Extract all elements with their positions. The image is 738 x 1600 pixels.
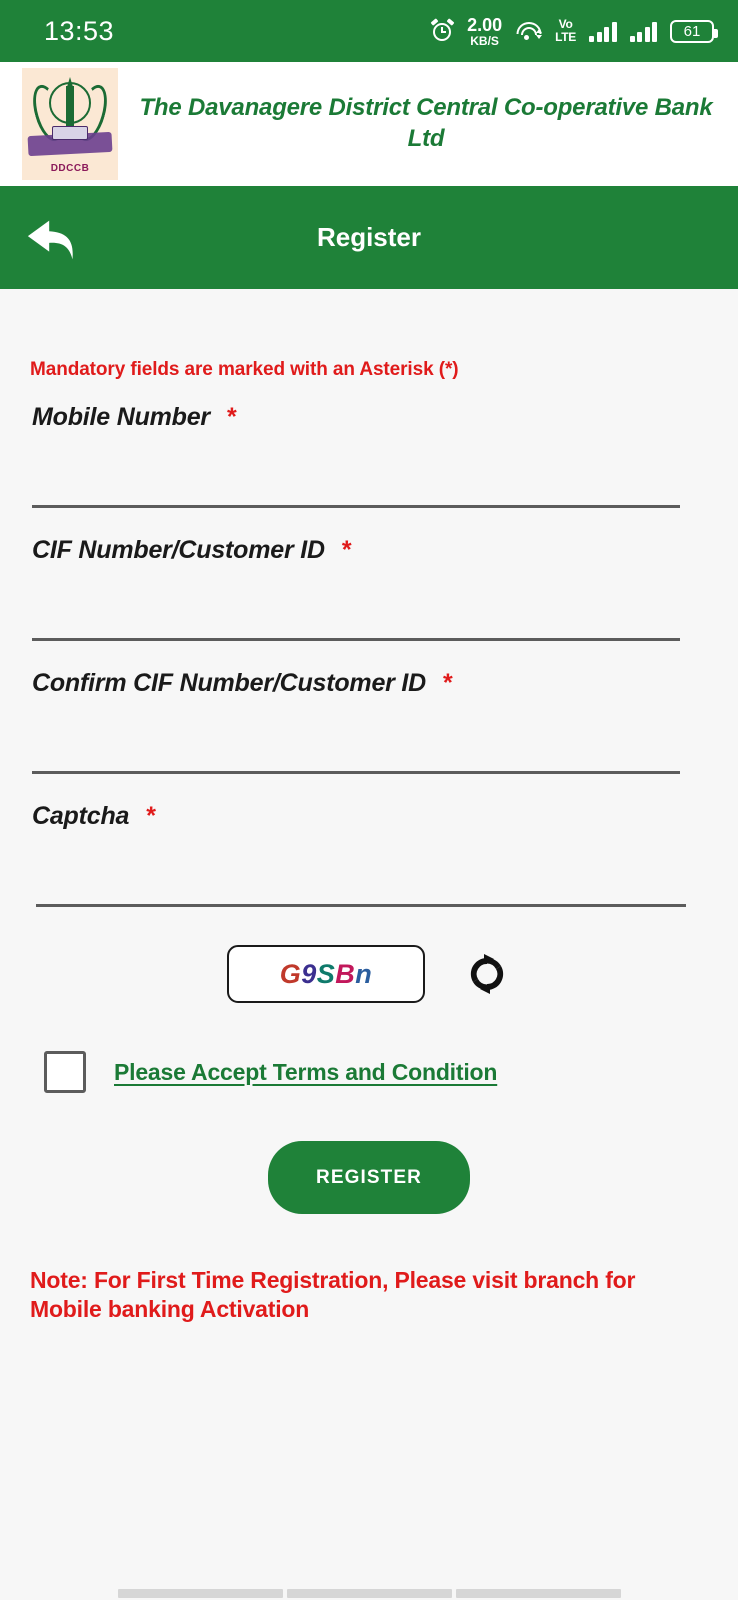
confirm-cif-number-input[interactable] <box>32 712 680 774</box>
terms-and-conditions-link[interactable]: Please Accept Terms and Condition <box>114 1059 497 1086</box>
status-bar: 13:53 2.00 KB/S Vo LTE 61 <box>0 0 738 62</box>
required-asterisk: * <box>443 669 453 697</box>
nav-segment-home[interactable] <box>286 1589 452 1598</box>
captcha-input[interactable] <box>36 845 686 907</box>
required-asterisk: * <box>341 536 352 564</box>
signal-bars-icon-1 <box>589 20 617 42</box>
network-speed-unit: KB/S <box>470 33 499 48</box>
back-arrow-icon <box>27 220 73 259</box>
mobile-number-input[interactable] <box>32 446 680 508</box>
bank-logo-icon: DDCCB <box>22 68 118 180</box>
nav-segment-back[interactable] <box>117 1589 283 1598</box>
register-button[interactable]: REGISTER <box>268 1141 470 1214</box>
system-navigation-bar <box>0 1556 738 1600</box>
battery-icon: 61 <box>670 19 718 43</box>
captcha-label-text: Captcha <box>32 802 130 830</box>
captcha-char-4: n <box>355 958 373 989</box>
field-label-confirm-cif-number: Confirm CIF Number/Customer ID * <box>32 669 738 698</box>
required-asterisk: * <box>226 403 237 431</box>
volte-icon: Vo LTE <box>555 18 576 43</box>
nav-segment-recents[interactable] <box>455 1589 621 1598</box>
bank-title: The Davanagere District Central Co-opera… <box>139 94 713 152</box>
accept-terms-checkbox[interactable] <box>44 1051 86 1093</box>
back-button[interactable] <box>0 186 96 289</box>
bank-logo-text: DDCCB <box>50 163 90 174</box>
app-root: 13:53 2.00 KB/S Vo LTE 61 DDCCB The Dava… <box>0 0 738 1600</box>
volte-bottom-label: LTE <box>555 30 576 44</box>
captcha-display-box: G9SBn <box>227 945 425 1003</box>
network-speed-value: 2.00 <box>467 14 503 35</box>
bank-header: DDCCB The Davanagere District Central Co… <box>0 62 738 186</box>
mandatory-note: Mandatory fields are marked with an Aste… <box>30 359 459 380</box>
cif-number-label-text: CIF Number/Customer ID <box>32 536 325 564</box>
network-speed-indicator: 2.00 KB/S <box>467 16 502 47</box>
signal-bars-icon-2 <box>629 20 657 42</box>
alarm-clock-icon <box>430 17 455 43</box>
field-label-captcha: Captcha * <box>32 802 738 831</box>
battery-level-label: 61 <box>683 22 701 40</box>
mobile-number-label-text: Mobile Number <box>32 403 210 431</box>
captcha-char-1: 9 <box>301 958 317 989</box>
field-captcha: Captcha * <box>0 802 738 907</box>
status-time: 13:53 <box>44 15 115 46</box>
captcha-row: G9SBn <box>0 945 738 1003</box>
refresh-captcha-button[interactable] <box>463 950 511 998</box>
captcha-char-3: B <box>335 958 356 989</box>
captcha-text: G9SBn <box>280 959 373 990</box>
terms-row: Please Accept Terms and Condition <box>0 1051 738 1093</box>
field-cif-number: CIF Number/Customer ID * <box>0 536 738 641</box>
register-form: Mandatory fields are marked with an Aste… <box>0 289 738 1325</box>
wifi-icon <box>515 20 543 43</box>
captcha-char-0: G <box>279 958 302 989</box>
field-mobile-number: Mobile Number * <box>0 403 738 508</box>
confirm-cif-number-label-text: Confirm CIF Number/Customer ID <box>32 669 427 697</box>
captcha-char-2: S <box>316 958 336 989</box>
page-title: Register <box>316 222 422 252</box>
register-button-wrap: REGISTER <box>0 1141 738 1214</box>
page-header: Register <box>0 186 738 289</box>
required-asterisk: * <box>146 802 156 830</box>
field-label-mobile-number: Mobile Number * <box>32 403 738 432</box>
cif-number-input[interactable] <box>32 579 680 641</box>
refresh-icon <box>470 954 504 994</box>
field-label-cif-number: CIF Number/Customer ID * <box>32 536 738 565</box>
field-confirm-cif-number: Confirm CIF Number/Customer ID * <box>0 669 738 774</box>
status-icons: 2.00 KB/S Vo LTE 61 <box>430 16 718 47</box>
registration-note: Note: For First Time Registration, Pleas… <box>30 1267 636 1323</box>
